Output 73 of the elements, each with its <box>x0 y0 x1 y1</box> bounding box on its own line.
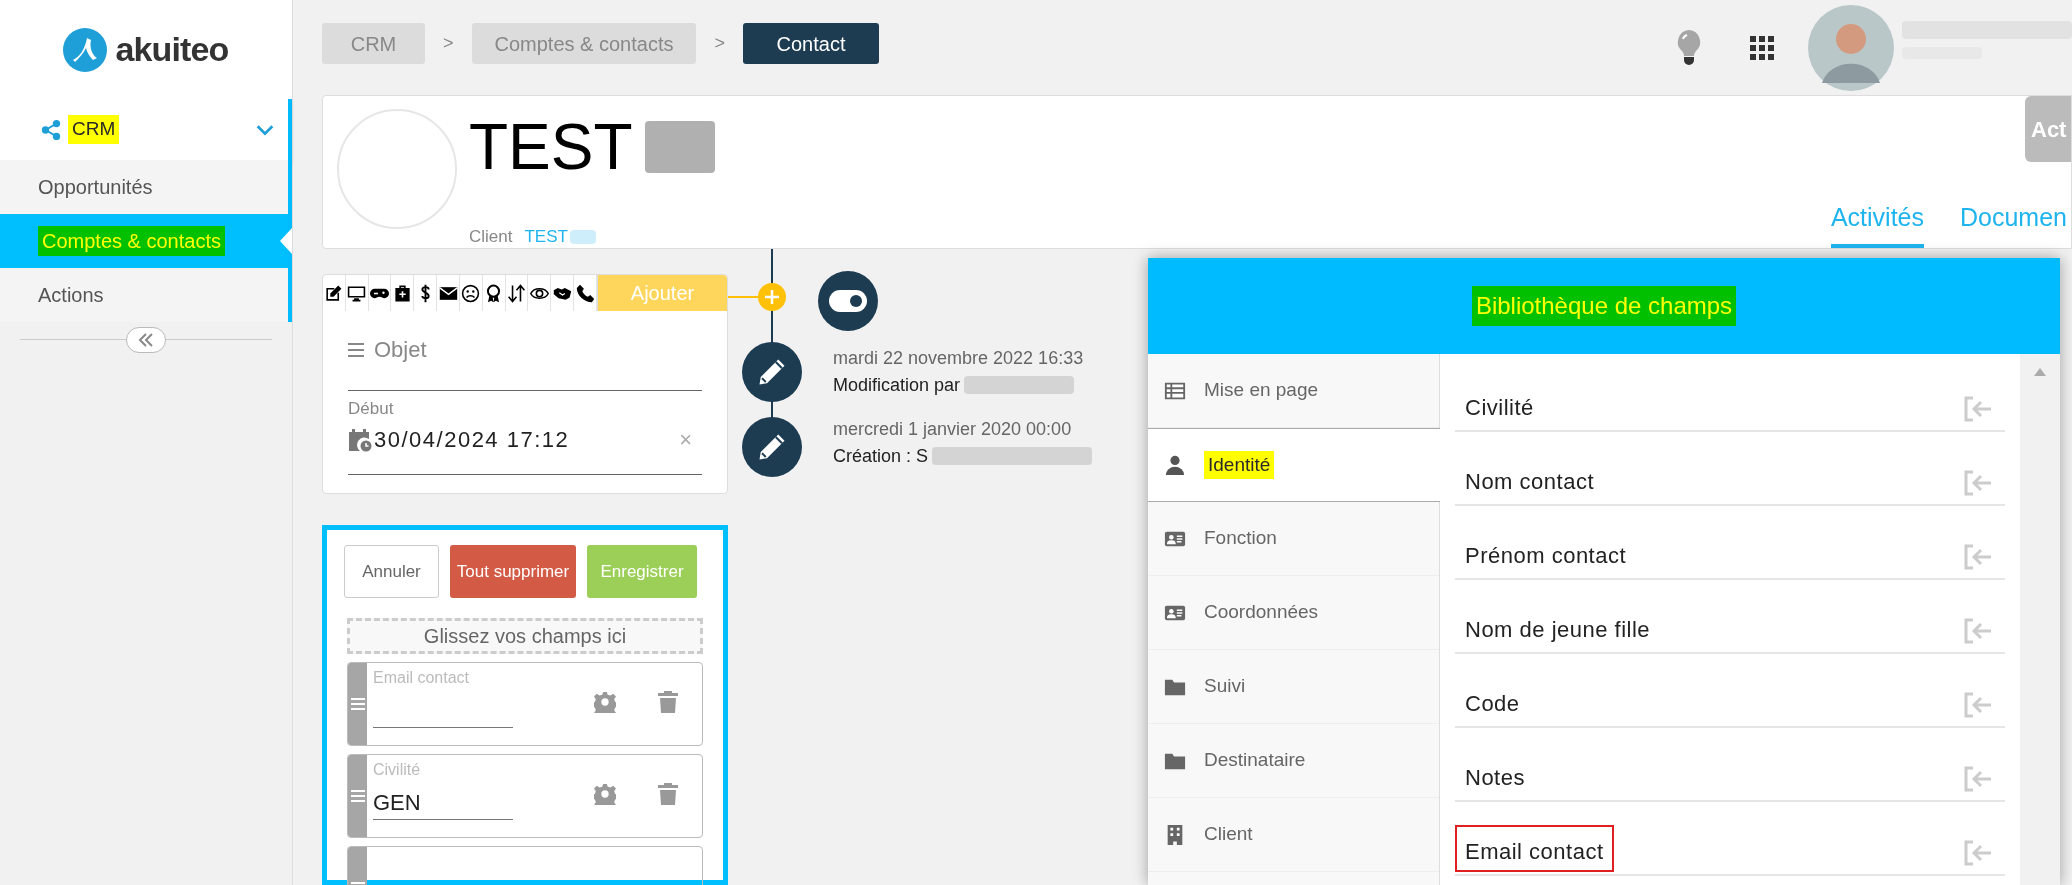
connector-line <box>728 296 758 298</box>
breadcrumb-separator: > <box>714 32 725 55</box>
phone-icon[interactable] <box>575 283 595 303</box>
sign-in-icon[interactable] <box>1963 692 1993 718</box>
timeline-date: mercredi 1 janvier 2020 00:00 <box>833 418 1073 441</box>
library-field[interactable]: Email contact <box>1455 802 2005 876</box>
apps-grid-icon[interactable] <box>1750 36 1774 60</box>
field-label: Email contact <box>373 668 471 688</box>
person-icon <box>1164 454 1186 476</box>
avatar[interactable] <box>1808 5 1894 91</box>
library-field[interactable]: Nom de jeune fille <box>1455 580 2005 654</box>
sign-in-icon[interactable] <box>1963 840 1993 866</box>
sign-in-icon[interactable] <box>1963 544 1993 570</box>
pencil-icon <box>757 357 787 387</box>
field-card[interactable]: Civilité GEN <box>347 754 703 838</box>
share-icon <box>40 118 62 141</box>
library-field[interactable]: Prénom contact <box>1455 506 2005 580</box>
sign-in-icon[interactable] <box>1963 470 1993 496</box>
scroll-up-icon[interactable] <box>2034 368 2046 376</box>
library-field[interactable]: Nom contact <box>1455 432 2005 506</box>
field-value: GEN <box>373 789 422 817</box>
add-activity-button[interactable] <box>758 283 786 311</box>
timeline-text: Création : S <box>833 445 929 468</box>
contact-name: TEST <box>469 115 633 179</box>
category-item[interactable]: Identité <box>1148 428 1440 502</box>
category-item[interactable]: Suivi <box>1148 650 1439 724</box>
drag-handle-icon[interactable] <box>350 698 365 710</box>
sad-face-icon[interactable] <box>461 283 481 303</box>
toggle-icon <box>829 290 867 312</box>
pencil-icon <box>757 432 787 462</box>
logo-text: akuiteo <box>115 29 229 70</box>
redacted-text <box>569 229 596 244</box>
redacted-text <box>644 121 715 173</box>
sidebar-section[interactable]: CRM <box>0 99 292 160</box>
category-item[interactable]: Fonction <box>1148 502 1439 576</box>
double-chevron-left-icon <box>138 333 154 347</box>
drop-zone[interactable]: Glissez vos champs ici <box>347 618 703 654</box>
dialog-title: Bibliothèque de champs <box>1471 286 1737 326</box>
category-item[interactable]: Destinataire <box>1148 724 1439 798</box>
action-button[interactable]: Tout supprimer <box>450 545 576 598</box>
library-field[interactable]: Civilité <box>1455 358 2005 432</box>
sort-arrows-icon[interactable] <box>507 283 527 303</box>
calendar-icon <box>348 427 372 452</box>
edit-icon[interactable] <box>324 283 344 303</box>
collapse-button[interactable] <box>126 327 166 353</box>
gear-icon[interactable] <box>594 783 616 805</box>
timeline-text: Modification par <box>833 374 961 397</box>
lightbulb-icon[interactable] <box>1676 29 1702 65</box>
subject-field[interactable]: Objet <box>374 337 674 363</box>
logo-icon <box>63 27 108 72</box>
trash-icon[interactable] <box>658 691 678 713</box>
category-item[interactable]: Client <box>1148 798 1439 872</box>
trash-icon[interactable] <box>658 783 678 805</box>
drag-handle-icon[interactable] <box>350 790 365 802</box>
breadcrumb-link[interactable]: Contact <box>743 23 879 64</box>
library-field[interactable]: Code <box>1455 654 2005 728</box>
sign-in-icon[interactable] <box>1963 766 1993 792</box>
library-field[interactable]: Notes <box>1455 728 2005 802</box>
breadcrumb-separator: > <box>443 32 454 55</box>
category-item[interactable]: Coordonnées <box>1148 576 1439 650</box>
toggle-button[interactable] <box>818 271 878 331</box>
client-label: Client <box>469 226 513 248</box>
field-label: Civilité <box>373 760 422 780</box>
monitor-icon[interactable] <box>347 283 367 303</box>
sign-in-icon[interactable] <box>1963 396 1993 422</box>
sign-in-icon[interactable] <box>1963 618 1993 644</box>
action-button[interactable]: Annuler <box>344 545 439 598</box>
date-field[interactable]: Début 30/04/2024 17:12 × <box>348 398 702 475</box>
menu-icon <box>348 343 364 357</box>
timeline-date: mardi 22 novembre 2022 16:33 <box>833 347 1085 370</box>
gear-icon[interactable] <box>594 691 616 713</box>
plus-icon <box>765 290 779 304</box>
notch-marker <box>280 228 292 254</box>
